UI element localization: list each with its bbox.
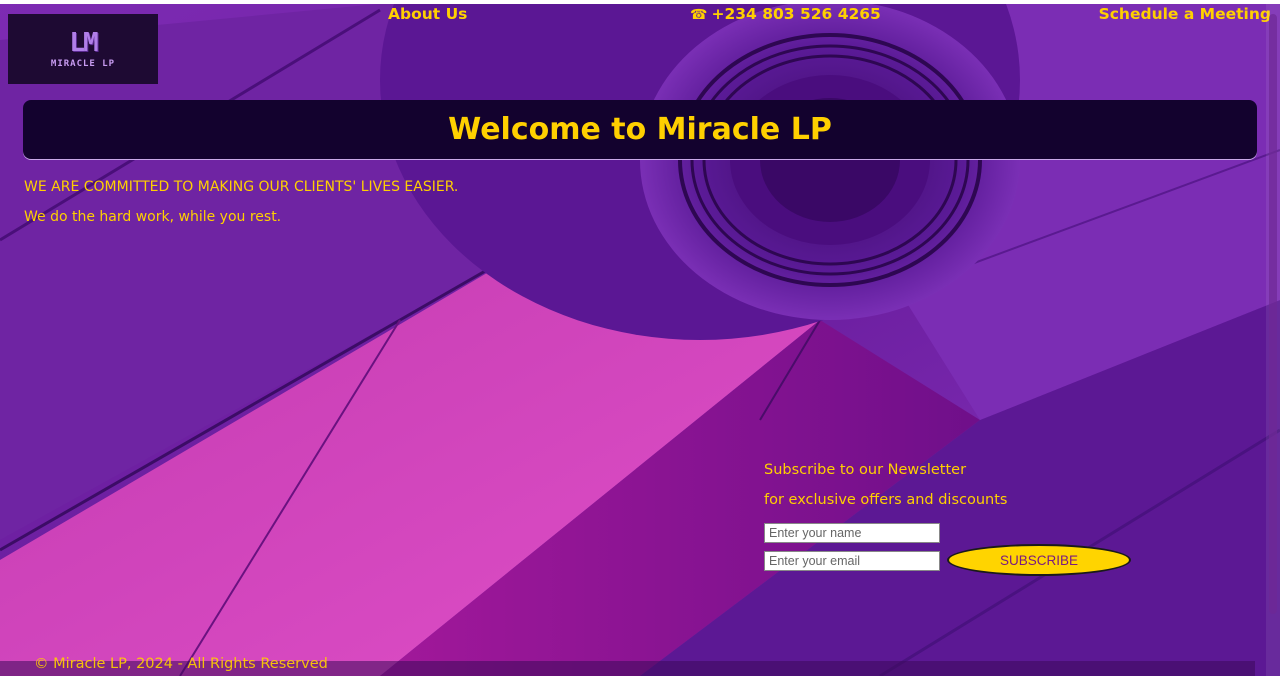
- logo-mark: LM: [69, 28, 98, 58]
- mission-statement: WE ARE COMMITTED TO MAKING OUR CLIENTS' …: [24, 179, 459, 195]
- subscribe-button[interactable]: SUBSCRIBE: [947, 544, 1131, 576]
- nav-phone[interactable]: ☎ +234 803 526 4265: [690, 5, 881, 23]
- name-input[interactable]: [764, 523, 940, 543]
- scrollbar-thumb[interactable]: [1269, 14, 1277, 614]
- newsletter-form: Subscribe to our Newsletter for exclusiv…: [764, 460, 1144, 576]
- vertical-scrollbar[interactable]: [1266, 4, 1280, 676]
- nav-about-us[interactable]: About Us: [388, 5, 467, 23]
- tagline: We do the hard work, while you rest.: [24, 209, 282, 225]
- email-input[interactable]: [764, 551, 940, 571]
- page: LM MIRACLE LP About Us ☎ +234 803 526 426…: [0, 0, 1280, 676]
- phone-icon: ☎: [690, 7, 708, 23]
- newsletter-subtitle: for exclusive offers and discounts: [764, 492, 1008, 508]
- logo[interactable]: LM MIRACLE LP: [8, 14, 158, 84]
- logo-name: MIRACLE LP: [50, 59, 116, 69]
- newsletter-title: Subscribe to our Newsletter: [764, 462, 967, 478]
- welcome-banner: Welcome to Miracle LP: [23, 100, 1257, 159]
- top-strip: [0, 0, 1280, 4]
- footer-copyright: © Miracle LP, 2024 - All Rights Reserved: [34, 656, 328, 672]
- nav-schedule-meeting[interactable]: Schedule a Meeting: [1099, 5, 1271, 23]
- page-title: Welcome to Miracle LP: [448, 112, 832, 147]
- phone-number: +234 803 526 4265: [711, 5, 881, 23]
